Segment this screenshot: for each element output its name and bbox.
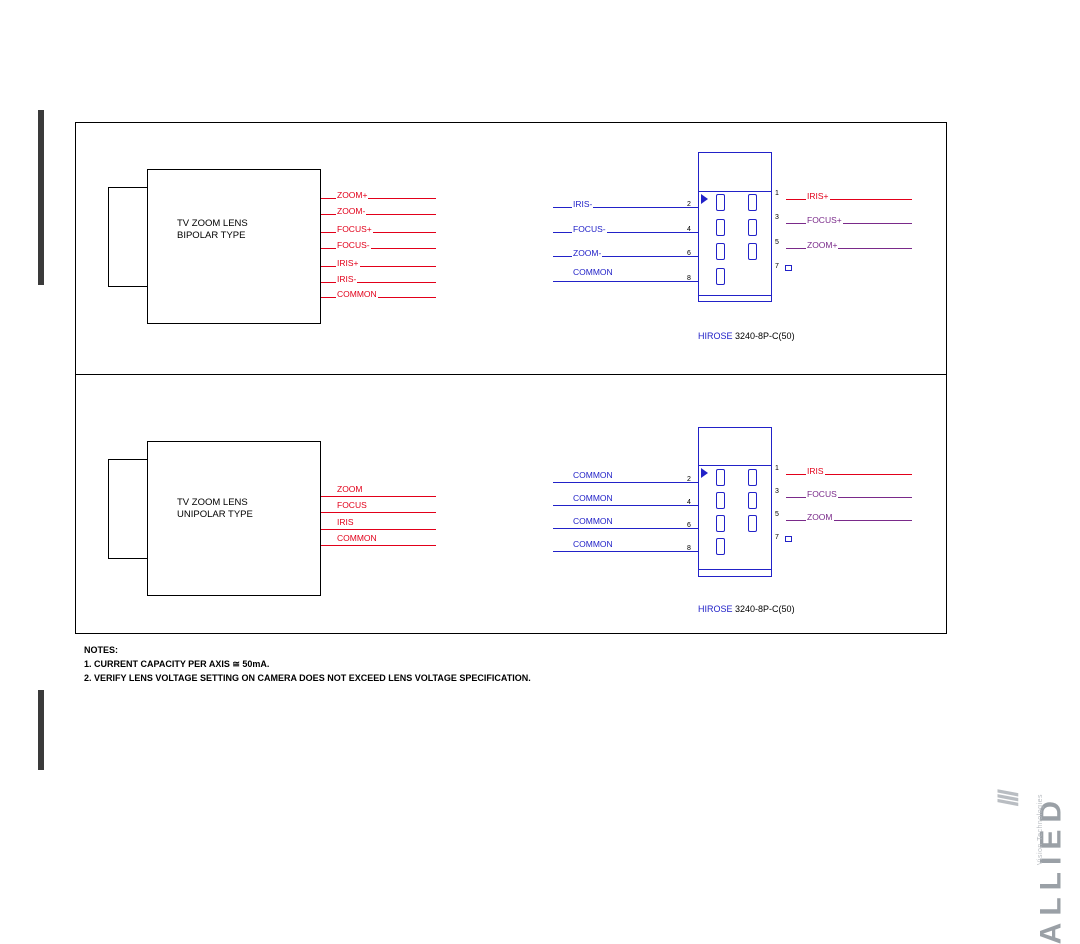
wire-label-bipolar-focus-plus: FOCUS+ [336,224,373,234]
wire-label-bipolar-out-iris-plus: IRIS+ [806,191,830,201]
pin-number-bipolar-3: 3 [775,214,779,221]
wire-unipolar-pin8 [553,551,698,552]
connector-key-arrow-unipolar [701,468,708,478]
pin-number-bipolar-7: 7 [775,263,779,270]
brand-tagline: Vision Technologies [1037,794,1044,866]
connector-inner-bipolar [698,191,772,296]
lens-label-bipolar-line2: BIPOLAR TYPE [177,230,246,241]
pin-number-unipolar-4: 4 [687,499,691,506]
connector-pin-unipolar-2 [716,469,725,486]
notes-item-1: 1. CURRENT CAPACITY PER AXIS ≅ 50mA. [84,659,270,669]
wire-label-bipolar-iris-minus: IRIS- [336,274,358,284]
wire-unipolar-pin6 [553,528,698,529]
wire-label-bipolar-focus-minus: FOCUS- [336,240,371,250]
connector-caption-unipolar: HIROSE 3240-8P-C(50) [698,604,795,614]
notes-heading: NOTES: [84,645,119,655]
connector-inner-unipolar [698,465,772,570]
connector-pin-unipolar-7 [785,536,792,542]
connector-key-arrow-bipolar [701,194,708,204]
pin-number-bipolar-8: 8 [687,275,691,282]
wire-unipolar-out-focus [786,497,912,498]
connector-pin-bipolar-3 [748,219,757,236]
wire-label-unipolar-out-focus: FOCUS [806,489,838,499]
notes-block: NOTES: 1. CURRENT CAPACITY PER AXIS ≅ 50… [84,643,531,685]
connector-pin-unipolar-1 [748,469,757,486]
pin-number-unipolar-3: 3 [775,488,779,495]
wire-bipolar-pin8 [553,281,698,282]
connector-brand-unipolar: HIROSE [698,604,733,614]
wire-label-unipolar-out-iris: IRIS [806,466,825,476]
wire-label-unipolar-pin6: COMMON [572,516,614,526]
wire-label-unipolar-out-zoom: ZOOM [806,512,834,522]
wire-bipolar-out-iris-plus [786,199,912,200]
wire-label-unipolar-zoom: ZOOM [336,484,364,494]
wire-label-unipolar-pin2: COMMON [572,470,614,480]
lens-label-unipolar-line2: UNIPOLAR TYPE [177,509,253,520]
wire-label-unipolar-pin8: COMMON [572,539,614,549]
wire-label-unipolar-focus: FOCUS [336,500,368,510]
wire-label-bipolar-out-zoom-plus: ZOOM+ [806,240,839,250]
connector-pin-unipolar-6 [716,515,725,532]
wire-label-bipolar-pin8: COMMON [572,267,614,277]
connector-pin-bipolar-1 [748,194,757,211]
connector-pin-unipolar-8 [716,538,725,555]
pin-number-unipolar-1: 1 [775,465,779,472]
connector-pin-bipolar-2 [716,194,725,211]
connector-part-unipolar: 3240-8P-C(50) [735,604,795,614]
pin-number-bipolar-5: 5 [775,239,779,246]
lens-label-bipolar-line1: TV ZOOM LENS [177,218,248,229]
connector-pin-unipolar-3 [748,492,757,509]
wire-unipolar-out-zoom [786,520,912,521]
wire-unipolar-zoom [321,496,436,497]
lens-label-unipolar-line1: TV ZOOM LENS [177,497,248,508]
pin-number-bipolar-2: 2 [687,201,691,208]
pin-number-bipolar-4: 4 [687,226,691,233]
pin-number-bipolar-1: 1 [775,190,779,197]
lens-nose-unipolar [108,459,148,559]
wire-unipolar-iris [321,529,436,530]
wire-label-bipolar-pin4: FOCUS- [572,224,607,234]
spine-bar-bottom [38,690,44,770]
wire-bipolar-out-zoom-plus [786,248,912,249]
wire-label-bipolar-pin6: ZOOM- [572,248,603,258]
wire-unipolar-focus [321,512,436,513]
diagram-divider [75,374,947,375]
notes-item-2: 2. VERIFY LENS VOLTAGE SETTING ON CAMERA… [84,673,531,683]
wire-unipolar-pin4 [553,505,698,506]
lens-body-bipolar [147,169,321,324]
connector-pin-unipolar-4 [716,492,725,509]
pin-number-unipolar-7: 7 [775,534,779,541]
wire-label-bipolar-zoom-plus: ZOOM+ [336,190,369,200]
connector-caption-bipolar: HIROSE 3240-8P-C(50) [698,331,795,341]
wire-label-bipolar-common: COMMON [336,289,378,299]
wire-label-unipolar-common: COMMON [336,533,378,543]
pin-number-unipolar-5: 5 [775,511,779,518]
lens-nose-bipolar [108,187,148,287]
wire-bipolar-out-focus-plus [786,223,912,224]
connector-pin-bipolar-8 [716,268,725,285]
pin-number-unipolar-6: 6 [687,522,691,529]
wire-unipolar-out-iris [786,474,912,475]
connector-part-bipolar: 3240-8P-C(50) [735,331,795,341]
connector-pin-bipolar-6 [716,243,725,260]
wire-label-bipolar-pin2: IRIS- [572,199,594,209]
brand-slashes: /// [992,792,1023,807]
connector-brand-bipolar: HIROSE [698,331,733,341]
wire-unipolar-pin2 [553,482,698,483]
wire-label-bipolar-out-focus-plus: FOCUS+ [806,215,843,225]
wire-label-unipolar-iris: IRIS [336,517,355,527]
pin-number-unipolar-2: 2 [687,476,691,483]
wire-label-bipolar-iris-plus: IRIS+ [336,258,360,268]
wire-unipolar-common [321,545,436,546]
wire-label-unipolar-pin4: COMMON [572,493,614,503]
connector-pin-bipolar-5 [748,243,757,260]
connector-pin-bipolar-4 [716,219,725,236]
brand-logo: /// ALLIED Vision Technologies [916,634,1067,944]
spine-bar-top [38,110,44,285]
connector-pin-unipolar-5 [748,515,757,532]
connector-pin-bipolar-7 [785,265,792,271]
wire-label-bipolar-zoom-minus: ZOOM- [336,206,367,216]
pin-number-unipolar-8: 8 [687,545,691,552]
pin-number-bipolar-6: 6 [687,250,691,257]
